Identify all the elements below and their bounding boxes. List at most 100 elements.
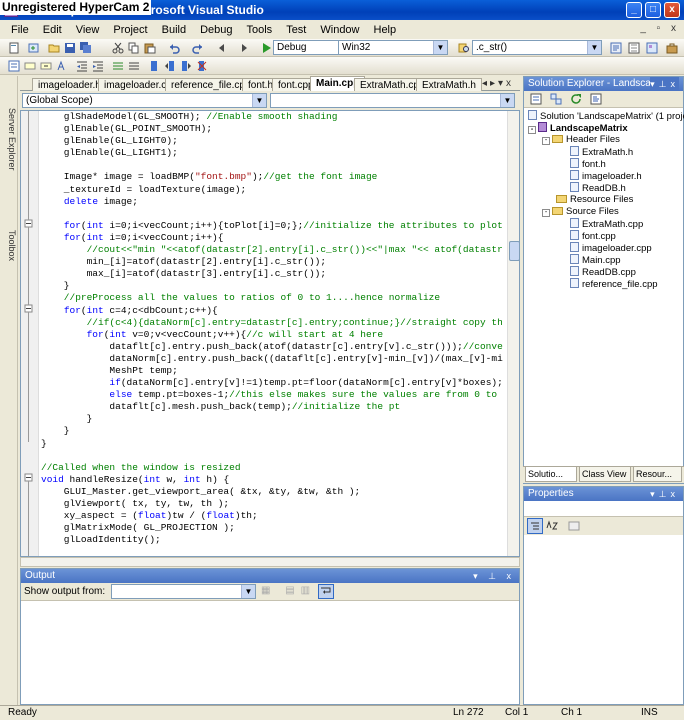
- increase-indent-icon[interactable]: [90, 58, 106, 74]
- next-bookmark-icon[interactable]: [178, 58, 194, 74]
- code-line[interactable]: for(int i=0;i<vecCount;i++){: [41, 232, 519, 244]
- code-line[interactable]: void handleResize(int w, int h) {: [41, 474, 519, 486]
- code-line[interactable]: for(int c=4;c<dbCount;c++){: [41, 305, 519, 317]
- open-file-icon[interactable]: [46, 40, 62, 56]
- toolbox-icon[interactable]: [664, 40, 680, 56]
- code-line[interactable]: Image* image = loadBMP("font.bmp");//get…: [41, 171, 519, 183]
- panel-pin-close-icon[interactable]: ▾⊥x: [650, 77, 679, 91]
- code-line[interactable]: //if(c<4){dataNorm[c].entry=datastr[c].e…: [41, 317, 519, 329]
- solution-platform-dropdown[interactable]: Win32 ▼: [338, 40, 448, 55]
- code-line[interactable]: else temp.pt=boxes-1;//this else makes s…: [41, 389, 519, 401]
- menu-build[interactable]: Build: [155, 24, 193, 36]
- code-line[interactable]: min_[i]=atof(datastr[2].entry[i].c_str()…: [41, 256, 519, 268]
- undo-icon[interactable]: [166, 40, 182, 56]
- code-line[interactable]: glEnable(GL_POINT_SMOOTH);: [41, 123, 519, 135]
- file-item[interactable]: ExtraMath.h: [570, 146, 633, 158]
- menu-test[interactable]: Test: [279, 24, 313, 36]
- properties-icon[interactable]: [528, 91, 544, 107]
- quick-info-icon[interactable]: [38, 58, 54, 74]
- members-dropdown[interactable]: ▼: [270, 93, 515, 108]
- code-line[interactable]: glLoadIdentity();: [41, 534, 519, 546]
- paste-icon[interactable]: [142, 40, 158, 56]
- code-line[interactable]: for(int v=0;v<vecCount;v++){//c will sta…: [41, 329, 519, 341]
- redo-icon[interactable]: [190, 40, 206, 56]
- code-line[interactable]: glEnable(GL_LIGHT0);: [41, 135, 519, 147]
- parameter-info-icon[interactable]: [22, 58, 38, 74]
- maximize-button[interactable]: □: [645, 2, 661, 18]
- tab-solution-explorer[interactable]: Solutio...: [525, 467, 577, 482]
- code-line[interactable]: }: [41, 438, 519, 450]
- scope-dropdown[interactable]: (Global Scope) ▼: [22, 93, 267, 108]
- file-item[interactable]: ReadDB.h: [570, 182, 626, 194]
- cut-icon[interactable]: [110, 40, 126, 56]
- alphabetical-icon[interactable]: [544, 518, 560, 534]
- toggle-bookmark-icon[interactable]: [146, 58, 162, 74]
- find-in-files-icon[interactable]: [456, 40, 472, 56]
- panel-pin-close-icon[interactable]: ▾⊥x: [650, 487, 679, 501]
- code-line[interactable]: dataflt[c].entry.push_back(atof(datastr[…: [41, 341, 519, 353]
- complete-word-icon[interactable]: [54, 58, 70, 74]
- new-project-icon[interactable]: [6, 40, 22, 56]
- uncomment-icon[interactable]: [126, 58, 142, 74]
- code-line[interactable]: [41, 159, 519, 171]
- view-code-icon[interactable]: [588, 91, 604, 107]
- resource-files-folder[interactable]: Resource Files: [556, 194, 633, 205]
- code-line[interactable]: max_[i]=atof(datastr[3].entry[i].c_str()…: [41, 268, 519, 280]
- outline-markers-icon[interactable]: [21, 111, 39, 557]
- menu-view[interactable]: View: [69, 24, 107, 36]
- code-line[interactable]: [41, 208, 519, 220]
- copy-icon[interactable]: [126, 40, 142, 56]
- mdi-window-controls-icon[interactable]: _ ▫ x: [640, 23, 680, 34]
- code-line[interactable]: }: [41, 280, 519, 292]
- properties-window-icon[interactable]: [626, 40, 642, 56]
- file-item[interactable]: font.h: [570, 158, 606, 170]
- code-line[interactable]: dataNorm[c].entry.push_back((dataflt[c].…: [41, 353, 519, 365]
- menu-help[interactable]: Help: [367, 24, 404, 36]
- editor-horizontal-scrollbar[interactable]: [20, 557, 520, 567]
- menu-file[interactable]: File: [4, 24, 36, 36]
- collapse-icon[interactable]: -: [528, 126, 536, 134]
- source-files-folder[interactable]: - Source Files: [542, 206, 619, 217]
- refresh-icon[interactable]: [568, 91, 584, 107]
- panel-pin-close-icon[interactable]: ▾ ⊥ x: [473, 569, 515, 583]
- code-line[interactable]: //preProcess all the values to ratios of…: [41, 292, 519, 304]
- tab-class-view[interactable]: Class View: [579, 467, 631, 482]
- start-debugging-icon[interactable]: [258, 40, 274, 56]
- navigate-backward-icon[interactable]: [214, 40, 230, 56]
- file-item[interactable]: ReadDB.cpp: [570, 266, 636, 278]
- menu-edit[interactable]: Edit: [36, 24, 69, 36]
- solution-node[interactable]: Solution 'LandscapeMatrix' (1 project): [528, 110, 684, 122]
- display-object-member-list-icon[interactable]: [6, 58, 22, 74]
- code-line[interactable]: }: [41, 413, 519, 425]
- code-line[interactable]: dataflt[c].mesh.push_back(temp);//initia…: [41, 401, 519, 413]
- project-node[interactable]: - LandscapeMatrix: [528, 122, 628, 134]
- code-line[interactable]: glViewport( tx, ty, tw, th );: [41, 498, 519, 510]
- collapse-icon[interactable]: -: [542, 137, 550, 145]
- object-browser-icon[interactable]: [644, 40, 660, 56]
- find-combo[interactable]: .c_str() ▼: [472, 40, 602, 55]
- code-line[interactable]: glEnable(GL_LIGHT1);: [41, 147, 519, 159]
- scrollbar-thumb[interactable]: [509, 241, 519, 261]
- code-line[interactable]: for(int i=0;i<vecCount;i++){toPlot[i]=0;…: [41, 220, 519, 232]
- file-item[interactable]: Main.cpp: [570, 254, 621, 266]
- navigate-forward-icon[interactable]: [236, 40, 252, 56]
- code-line[interactable]: GLUI_Master.get_viewport_area( &tx, &ty,…: [41, 486, 519, 498]
- code-line[interactable]: delete image;: [41, 196, 519, 208]
- clear-bookmarks-icon[interactable]: [194, 58, 210, 74]
- code-line[interactable]: MeshPt temp;: [41, 365, 519, 377]
- code-line[interactable]: [41, 450, 519, 462]
- tab-extramath-h[interactable]: ExtraMath.h: [416, 78, 482, 91]
- editor-vertical-scrollbar[interactable]: [507, 111, 519, 556]
- menu-window[interactable]: Window: [313, 24, 366, 36]
- code-line[interactable]: if(dataNorm[c].entry[v]!=1)temp.pt=floor…: [41, 377, 519, 389]
- code-line[interactable]: //cout<<"min "<<atof(datastr[2].entry[i]…: [41, 244, 519, 256]
- file-item[interactable]: font.cpp: [570, 230, 616, 242]
- solution-explorer-icon[interactable]: [608, 40, 624, 56]
- code-line[interactable]: glMatrixMode( GL_PROJECTION );: [41, 522, 519, 534]
- code-line[interactable]: }: [41, 425, 519, 437]
- previous-bookmark-icon[interactable]: [162, 58, 178, 74]
- code-line[interactable]: _textureId = loadTexture(image);: [41, 184, 519, 196]
- comment-out-icon[interactable]: [110, 58, 126, 74]
- save-all-icon[interactable]: [78, 40, 94, 56]
- code-line[interactable]: xy_aspect = (float)tw / (float)th;: [41, 510, 519, 522]
